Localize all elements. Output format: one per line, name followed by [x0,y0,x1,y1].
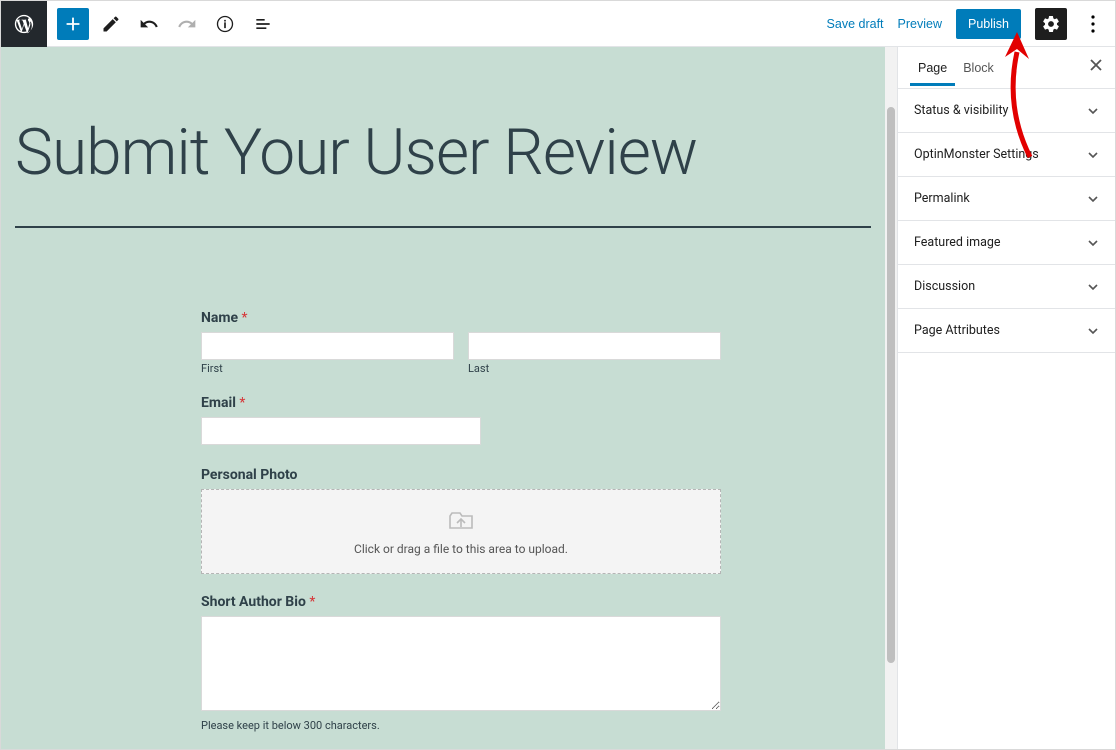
chevron-down-icon [1087,105,1099,117]
last-name-input[interactable] [468,332,721,360]
top-toolbar: Save draft Preview Publish [1,1,1115,47]
panel-permalink[interactable]: Permalink [898,177,1115,221]
undo-button[interactable] [133,8,165,40]
last-sub-label: Last [468,362,721,375]
scrollbar-thumb[interactable] [885,105,897,665]
required-mark: * [239,395,245,411]
close-sidebar-button[interactable] [1089,58,1103,77]
info-button[interactable] [209,8,241,40]
form-block: Name * First Last Email [201,310,721,732]
page-title[interactable]: Submit Your User Review [1,47,885,226]
close-icon [1089,58,1103,72]
name-label: Name * [201,310,721,326]
first-name-input[interactable] [201,332,454,360]
info-icon [215,14,235,34]
upload-icon [448,508,474,530]
outline-button[interactable] [247,8,279,40]
edit-button[interactable] [95,8,127,40]
plus-icon [62,13,84,35]
chevron-down-icon [1087,325,1099,337]
publish-button[interactable]: Publish [956,9,1021,39]
required-mark: * [309,594,315,610]
separator [15,226,871,228]
panel-status-visibility[interactable]: Status & visibility [898,89,1115,133]
first-sub-label: First [201,362,454,375]
chevron-down-icon [1087,237,1099,249]
panel-featured-image[interactable]: Featured image [898,221,1115,265]
add-block-button[interactable] [57,8,89,40]
email-label: Email * [201,395,721,411]
chevron-down-icon [1087,149,1099,161]
chevron-down-icon [1087,193,1099,205]
tab-page[interactable]: Page [910,49,955,86]
gear-icon [1041,14,1061,34]
panel-page-attributes[interactable]: Page Attributes [898,309,1115,353]
ellipsis-vertical-icon [1091,15,1095,33]
bio-help-text: Please keep it below 300 characters. [201,719,721,732]
email-input[interactable] [201,417,481,445]
required-mark: * [242,310,248,326]
settings-sidebar: Page Block Status & visibility OptinMons… [897,47,1115,749]
tab-block[interactable]: Block [955,49,1002,86]
photo-label: Personal Photo [201,467,721,483]
wordpress-icon [13,13,35,35]
scrollbar-track[interactable] [885,47,897,749]
panel-optinmonster[interactable]: OptinMonster Settings [898,133,1115,177]
wordpress-logo[interactable] [1,1,47,47]
upload-text: Click or drag a file to this area to upl… [354,542,568,556]
bio-textarea[interactable] [201,616,721,711]
redo-icon [177,14,197,34]
more-options-button[interactable] [1081,15,1105,33]
panel-discussion[interactable]: Discussion [898,265,1115,309]
save-draft-button[interactable]: Save draft [827,17,884,31]
editor-canvas[interactable]: Submit Your User Review Name * First Las… [1,47,897,749]
redo-button[interactable] [171,8,203,40]
file-upload-area[interactable]: Click or drag a file to this area to upl… [201,489,721,574]
pencil-icon [101,14,121,34]
sidebar-tabs: Page Block [898,47,1115,89]
settings-button[interactable] [1035,8,1067,40]
outline-icon [253,14,273,34]
bio-label: Short Author Bio * [201,594,721,610]
chevron-down-icon [1087,281,1099,293]
preview-button[interactable]: Preview [898,17,942,31]
undo-icon [139,14,159,34]
